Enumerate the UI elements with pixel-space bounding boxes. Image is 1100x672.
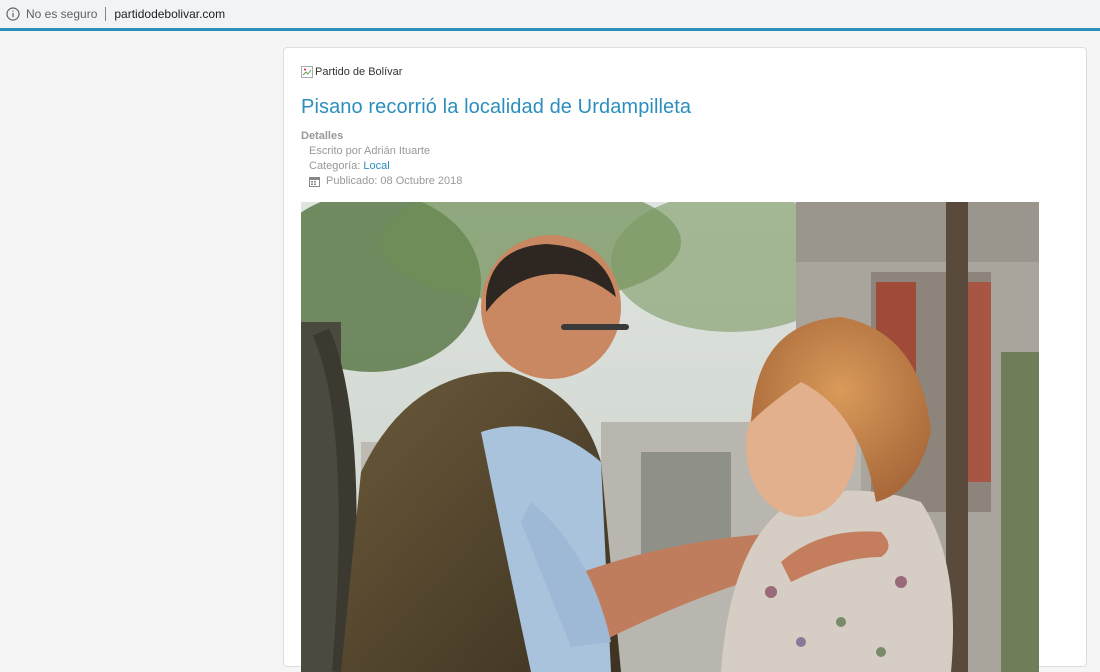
- category-prefix: Categoría:: [309, 160, 364, 172]
- category-link[interactable]: Local: [363, 160, 389, 172]
- browser-address-bar[interactable]: No es seguro partidodebolivar.com: [0, 0, 1100, 29]
- author-line: Escrito por Adrián Ituarte: [309, 145, 431, 157]
- category-line: Categoría: Local: [301, 159, 462, 174]
- article-card: Partido de Bolívar Pisano recorrió la lo…: [283, 47, 1087, 672]
- security-label[interactable]: No es seguro: [26, 7, 97, 21]
- url-text[interactable]: partidodebolivar.com: [114, 7, 225, 21]
- broken-image-icon: [301, 66, 313, 78]
- logo-alt-text: Partido de Bolívar: [315, 66, 403, 78]
- article-photo-illustration: [301, 202, 1039, 672]
- site-logo[interactable]: Partido de Bolívar: [301, 66, 402, 78]
- address-separator: [105, 7, 107, 21]
- article-title[interactable]: Pisano recorrió la localidad de Urdampil…: [301, 96, 691, 119]
- published-date: Publicado: 08 Octubre 2018: [326, 175, 463, 187]
- published-line: Publicado: 08 Octubre 2018: [301, 174, 462, 189]
- article-details: Detalles Escrito por Adrián Ituarte Cate…: [301, 129, 462, 189]
- calendar-icon: [309, 177, 320, 187]
- article-photo[interactable]: [301, 202, 1039, 672]
- info-circle-icon[interactable]: [6, 7, 20, 21]
- page-top-accent-bar: [0, 28, 1100, 31]
- details-heading: Detalles: [301, 130, 344, 142]
